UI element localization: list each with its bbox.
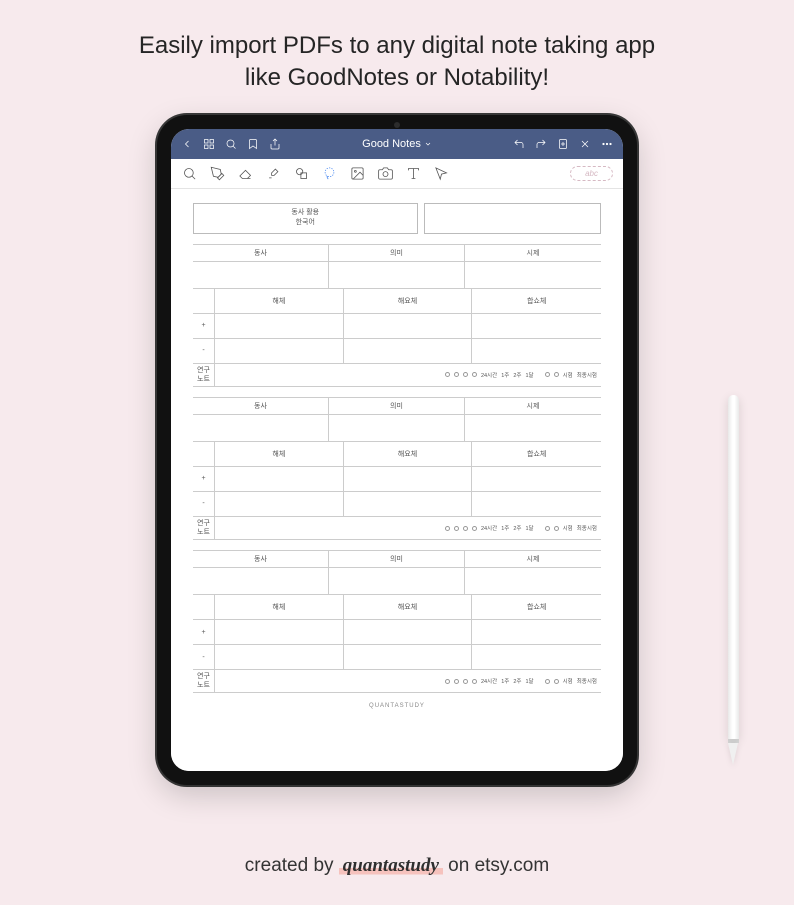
- worksheet-footer: QUANTASTUDY: [193, 703, 601, 709]
- marketing-headline: Easily import PDFs to any digital note t…: [0, 0, 794, 115]
- row-minus: -: [193, 339, 215, 363]
- close-icon[interactable]: [579, 138, 591, 150]
- col-meaning-header: 의미: [329, 245, 465, 261]
- more-icon[interactable]: [601, 138, 613, 150]
- share-icon[interactable]: [269, 138, 281, 150]
- pen-tool-icon[interactable]: [209, 165, 225, 181]
- lasso-tool-icon[interactable]: [321, 165, 337, 181]
- document-page[interactable]: 동사 활용 한국어 동사 의미 시제 해체: [171, 189, 623, 771]
- ipad-device: Good Notes: [157, 115, 637, 785]
- eraser-tool-icon[interactable]: [237, 165, 253, 181]
- highlighter-tool-icon[interactable]: [265, 165, 281, 181]
- lasso-hint-pill[interactable]: abc: [570, 166, 613, 181]
- col-verb-header: 동사: [193, 245, 329, 261]
- bookmark-icon[interactable]: [247, 138, 259, 150]
- add-page-icon[interactable]: [557, 138, 569, 150]
- document-title-text: Good Notes: [362, 138, 421, 150]
- credit-suffix: on etsy.com: [448, 855, 549, 876]
- text-tool-icon[interactable]: [405, 165, 421, 181]
- image-tool-icon[interactable]: [349, 165, 365, 181]
- credit-line: created by quantastudy on etsy.com: [0, 855, 794, 877]
- verb-section-3: 동사 의미 시제 해체 해요체 합쇼체 + - 연구노트: [193, 550, 601, 693]
- verb-section-2: 동사 의미 시제 해체 해요체 합쇼체 + - 연구노트: [193, 397, 601, 540]
- chevron-down-icon: [424, 140, 432, 148]
- app-titlebar: Good Notes: [171, 129, 623, 159]
- headline-line2: like GoodNotes or Notability!: [245, 64, 549, 91]
- worksheet-title-line1: 동사 활용: [291, 209, 319, 216]
- camera-tool-icon[interactable]: [377, 165, 393, 181]
- verb-section-1: 동사 의미 시제 해체 해요체 합쇼체 + - 연구노트: [193, 244, 601, 387]
- undo-icon[interactable]: [513, 138, 525, 150]
- back-icon[interactable]: [181, 138, 193, 150]
- zoom-tool-icon[interactable]: [181, 165, 197, 181]
- credit-brand: quantastudy: [339, 855, 443, 876]
- form-header-3: 합쇼체: [472, 289, 601, 313]
- tool-toolbar: abc: [171, 159, 623, 189]
- col-tense-header: 시제: [465, 245, 601, 261]
- app-screen: Good Notes: [171, 129, 623, 771]
- shape-tool-icon[interactable]: [293, 165, 309, 181]
- credit-prefix: created by: [245, 855, 339, 876]
- headline-line1: Easily import PDFs to any digital note t…: [139, 32, 655, 59]
- document-title[interactable]: Good Notes: [362, 138, 432, 150]
- review-intervals: 24시간 1주 2주 1달 시험 최종시험: [215, 364, 601, 386]
- pointer-tool-icon[interactable]: [433, 165, 449, 181]
- row-plus: +: [193, 314, 215, 338]
- study-note-label: 연구노트: [193, 364, 215, 386]
- worksheet-title-line2: 한국어: [296, 219, 315, 226]
- form-header-1: 해체: [215, 289, 344, 313]
- worksheet-title: 동사 활용 한국어: [193, 203, 418, 234]
- redo-icon[interactable]: [535, 138, 547, 150]
- search-icon[interactable]: [225, 138, 237, 150]
- grid-icon[interactable]: [203, 138, 215, 150]
- apple-pencil: [727, 395, 739, 765]
- form-header-2: 해요체: [344, 289, 473, 313]
- worksheet-date-box: [424, 203, 601, 234]
